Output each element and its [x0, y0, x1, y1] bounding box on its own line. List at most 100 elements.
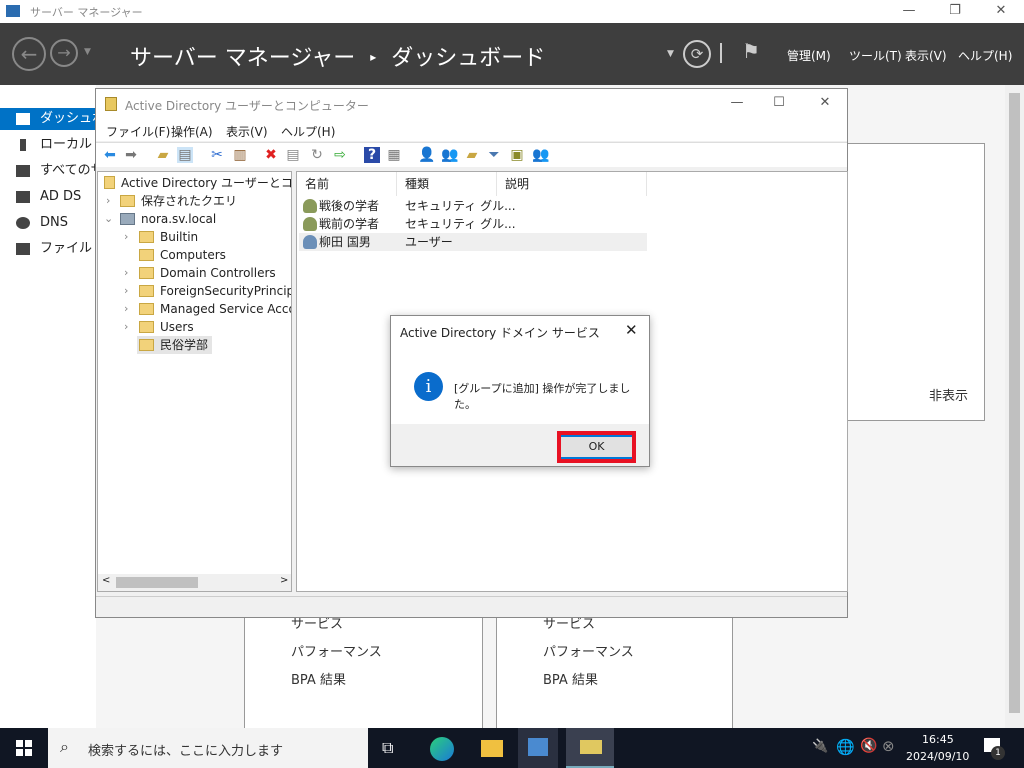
tree-item[interactable]: Managed Service Accounts [139, 300, 291, 318]
menu-manage[interactable]: 管理(M) [787, 47, 831, 64]
expand-icon[interactable]: › [124, 302, 128, 315]
expand-icon[interactable]: › [124, 320, 128, 333]
tile-performance-link[interactable]: パフォーマンス [291, 641, 382, 660]
taskbar: ⌕ 検索するには、ここに入力します ⧉ 🔌 🌐 🔇 ⊗ 16:45 2024/0… [0, 728, 1024, 768]
volume-muted-icon[interactable]: 🔇 [860, 738, 877, 754]
history-dropdown-icon[interactable]: ▼ [84, 47, 91, 57]
dropdown-icon[interactable]: ▼ [667, 49, 674, 59]
hide-link[interactable]: 非表示 [929, 385, 968, 404]
scroll-right-icon[interactable]: > [280, 575, 288, 586]
menu-view[interactable]: 表示(V) [226, 123, 268, 140]
expand-icon[interactable]: › [124, 284, 128, 297]
refresh-icon[interactable]: ⟳ [683, 40, 711, 68]
aduc-maximize-button[interactable]: ☐ [756, 92, 802, 115]
menu-help[interactable]: ヘルプ(H) [958, 47, 1012, 64]
sidebar-item-ad-ds[interactable]: AD DS [0, 186, 96, 208]
menu-action[interactable]: 操作(A) [171, 123, 213, 140]
vertical-scrollbar[interactable] [1005, 85, 1024, 728]
up-folder-icon[interactable]: ▰ [155, 147, 171, 163]
menu-view[interactable]: 表示(V) [905, 47, 947, 64]
aduc-close-button[interactable]: ✕ [802, 92, 848, 115]
menu-tools[interactable]: ツール(T) [849, 47, 902, 64]
new-ou-icon[interactable]: ▰ [464, 147, 480, 163]
menu-file[interactable]: ファイル(F) [106, 123, 170, 140]
maximize-button[interactable]: ❐ [932, 0, 978, 23]
task-view-icon[interactable]: ⧉ [382, 738, 393, 758]
minimize-button[interactable]: — [886, 0, 932, 23]
clock-date[interactable]: 2024/09/10 [906, 750, 969, 763]
network-icon[interactable]: 🌐 [836, 738, 855, 756]
new-user-icon[interactable]: 👤 [418, 147, 435, 163]
ok-button[interactable]: OK [557, 431, 636, 463]
tree-item[interactable]: Computers [139, 246, 226, 264]
tile-bpa-link[interactable]: BPA 結果 [543, 669, 598, 688]
dashboard-icon [16, 113, 30, 125]
info-icon: i [414, 372, 443, 401]
new-group-icon[interactable]: 👥 [441, 147, 458, 163]
refresh-icon[interactable]: ↻ [309, 147, 325, 163]
add-to-group-icon[interactable]: 👥 [532, 147, 549, 163]
clock-time[interactable]: 16:45 [922, 733, 954, 746]
column-header-description[interactable]: 説明 [497, 172, 647, 196]
list-item[interactable]: 戦後の学者 セキュリティ グル... [299, 197, 647, 215]
power-icon[interactable]: 🔌 [812, 739, 828, 754]
tree-item-domain[interactable]: nora.sv.local [120, 210, 216, 228]
list-item[interactable]: 戦前の学者 セキュリティ グル... [299, 215, 647, 233]
aduc-taskbar-icon[interactable] [566, 728, 614, 768]
sidebar-item-dashboard[interactable]: ダッシュボード [0, 108, 96, 130]
folder-icon [139, 303, 154, 315]
column-header-type[interactable]: 種類 [397, 172, 497, 196]
error-icon[interactable]: ⊗ [882, 737, 895, 755]
scrollbar-thumb[interactable] [1009, 93, 1020, 713]
sidebar-item-all-servers[interactable]: すべてのサーバー [0, 160, 96, 182]
tree-root[interactable]: Active Directory ユーザーとコンピューター [104, 174, 291, 192]
expand-icon[interactable]: › [124, 266, 128, 279]
filter-icon[interactable]: ⏷ [486, 147, 502, 163]
search-box[interactable]: ⌕ 検索するには、ここに入力します [48, 728, 368, 768]
tile-performance-link[interactable]: パフォーマンス [543, 641, 634, 660]
horizontal-scrollbar[interactable]: < > [98, 574, 291, 591]
column-header-name[interactable]: 名前 [297, 172, 397, 196]
header-bar: ← → ▼ サーバー マネージャー ▸ ダッシュボード ▼ ⟳ ⚑ 管理(M) … [0, 23, 1024, 85]
scroll-left-icon[interactable]: < [102, 575, 110, 586]
breadcrumb: サーバー マネージャー ▸ ダッシュボード [130, 40, 545, 72]
edge-icon[interactable] [430, 737, 454, 761]
list-item[interactable]: 柳田 国男 ユーザー [299, 233, 647, 251]
file-explorer-icon[interactable] [481, 740, 503, 757]
dialog-close-button[interactable]: ✕ [625, 321, 638, 339]
sidebar-item-file-services[interactable]: ファイル サービス [0, 238, 96, 260]
forward-icon[interactable]: ➡ [123, 147, 139, 163]
sidebar-item-dns[interactable]: DNS [0, 212, 96, 234]
export-icon[interactable]: ⇨ [332, 147, 348, 163]
scrollbar-thumb[interactable] [116, 577, 198, 588]
server-manager-taskbar-icon[interactable] [518, 728, 558, 768]
console-icon[interactable]: ▦ [386, 147, 402, 163]
show-tree-icon[interactable]: ▤ [177, 147, 193, 163]
ad-ds-icon [16, 191, 30, 203]
start-button[interactable] [16, 740, 32, 756]
flag-icon[interactable]: ⚑ [742, 39, 760, 63]
expand-icon[interactable]: › [124, 230, 128, 243]
forward-button[interactable]: → [50, 39, 78, 67]
collapse-icon[interactable]: ⌄ [104, 212, 113, 225]
delete-icon[interactable]: ✖ [263, 147, 279, 163]
properties-icon[interactable]: ▤ [285, 147, 301, 163]
tree-item-selected[interactable]: 民俗学部 [137, 336, 213, 354]
aduc-minimize-button[interactable]: — [714, 92, 760, 115]
back-button[interactable]: ← [12, 37, 46, 71]
cut-icon[interactable]: ✂ [209, 147, 225, 163]
tree-item[interactable]: Builtin [139, 228, 198, 246]
find-icon[interactable]: ▣ [509, 147, 525, 163]
menu-help[interactable]: ヘルプ(H) [281, 123, 335, 140]
tile-bpa-link[interactable]: BPA 結果 [291, 669, 346, 688]
tree-item-saved-queries[interactable]: 保存されたクエリ [120, 192, 237, 210]
tree-item[interactable]: ForeignSecurityPrincipals [139, 282, 291, 300]
paste-icon[interactable]: ▥ [232, 147, 248, 163]
sidebar-item-local-server[interactable]: ローカル サーバー [0, 134, 96, 156]
close-button[interactable]: ✕ [978, 0, 1024, 23]
tree-item[interactable]: Domain Controllers [139, 264, 276, 282]
back-icon[interactable]: ⬅ [102, 147, 118, 163]
tree-item[interactable]: Users [139, 318, 194, 336]
help-icon[interactable]: ? [364, 147, 380, 163]
expand-icon[interactable]: › [106, 194, 110, 207]
